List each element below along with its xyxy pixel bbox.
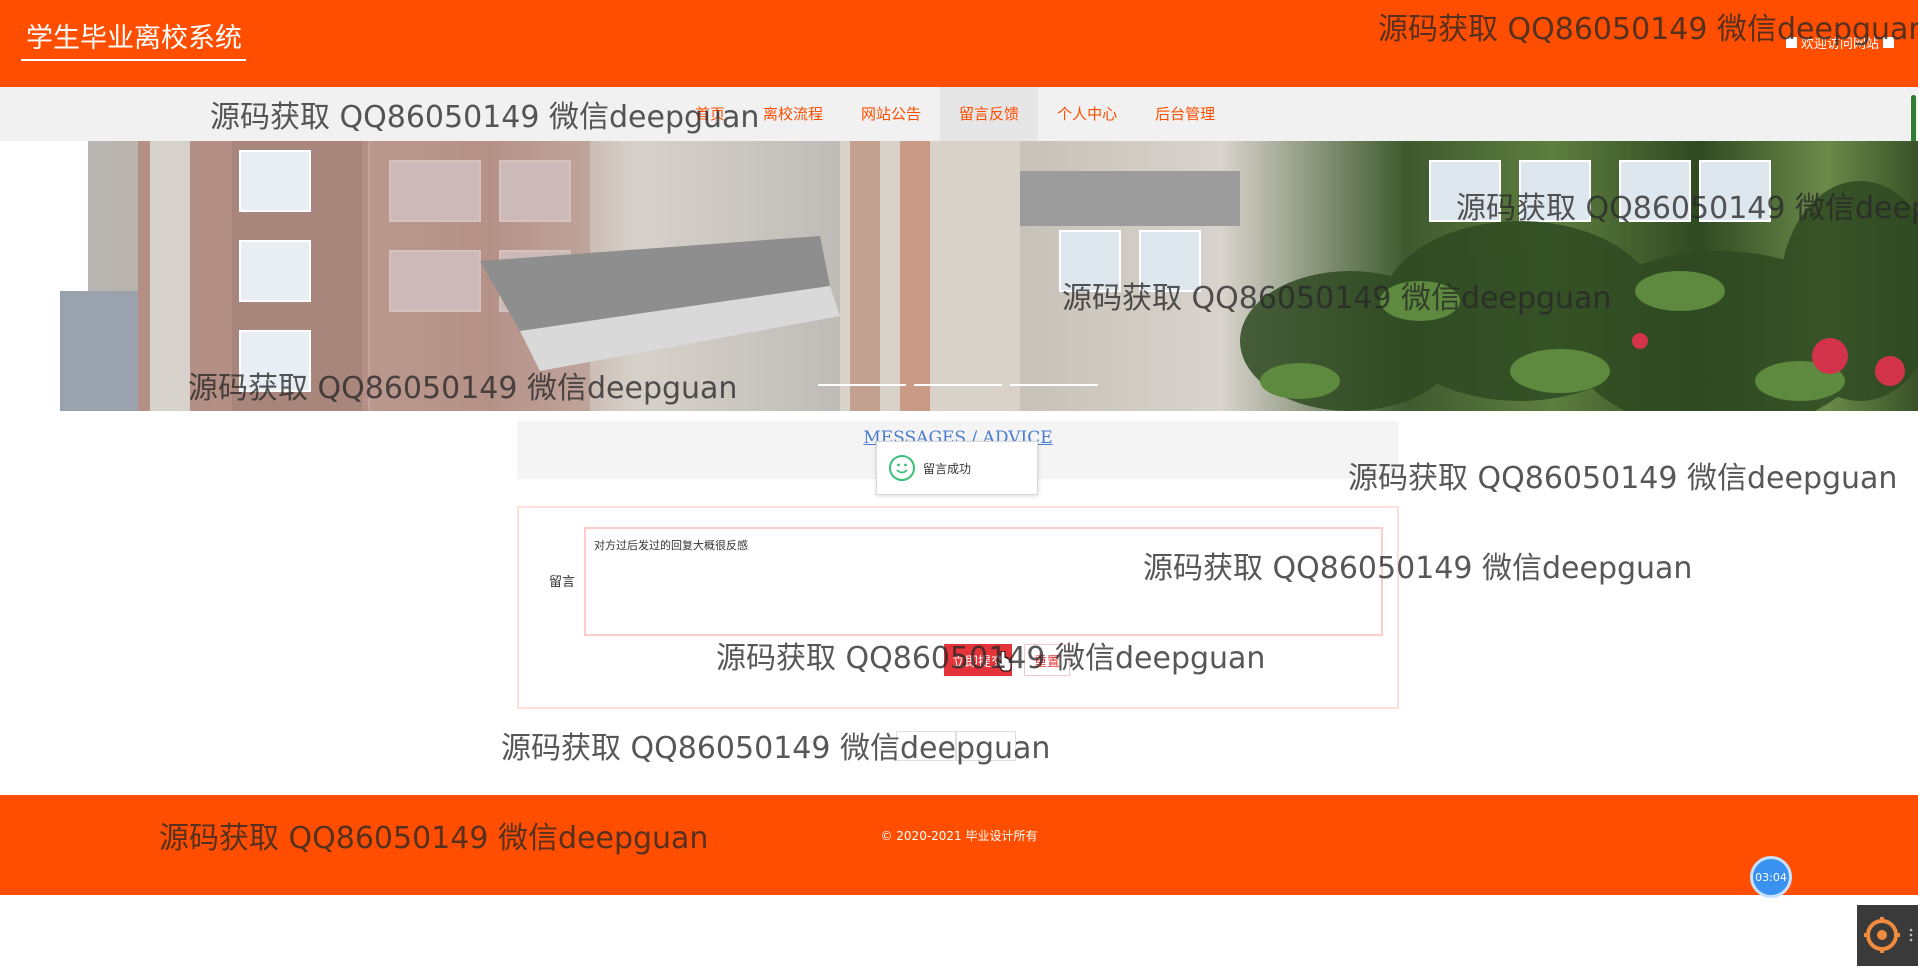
- square-icon: [1883, 37, 1894, 48]
- pagination: [896, 731, 1016, 761]
- nav-item-personal-center[interactable]: 个人中心: [1038, 87, 1136, 141]
- banner-carousel: [0, 141, 1918, 411]
- main-nav: 首页 离校流程 网站公告 留言反馈 个人中心 后台管理: [0, 87, 1918, 141]
- smile-icon: [889, 455, 915, 481]
- carousel-dot[interactable]: [1010, 384, 1098, 386]
- site-header: 学生毕业离校系统 欢迎访问网站: [0, 0, 1918, 87]
- square-icon: [1785, 37, 1797, 48]
- nav-list: 首页 离校流程 网站公告 留言反馈 个人中心 后台管理: [676, 87, 1234, 141]
- nav-item-leave-process[interactable]: 离校流程: [744, 87, 842, 141]
- nav-item-announcements[interactable]: 网站公告: [842, 87, 940, 141]
- pagination-next[interactable]: [956, 731, 1016, 761]
- settings-gear-icon[interactable]: [1857, 905, 1918, 966]
- nav-item-admin[interactable]: 后台管理: [1136, 87, 1234, 141]
- nav-item-feedback[interactable]: 留言反馈: [940, 87, 1039, 141]
- toast-message: 留言成功: [923, 461, 972, 476]
- timer-badge[interactable]: 03:04: [1750, 856, 1792, 898]
- site-title[interactable]: 学生毕业离校系统: [21, 20, 246, 61]
- welcome-area: 欢迎访问网站: [1785, 33, 1894, 52]
- page-scrollbar[interactable]: [1911, 95, 1916, 145]
- pagination-prev[interactable]: [896, 731, 956, 761]
- nav-item-home[interactable]: 首页: [676, 87, 744, 141]
- carousel-dot[interactable]: [914, 384, 1002, 386]
- copyright-text: © 2020-2021 毕业设计所有: [880, 829, 1038, 843]
- banner-building-illustration: [60, 141, 1918, 411]
- welcome-text: 欢迎访问网站: [1800, 37, 1879, 52]
- feedback-form: 留言 对方过后发过的回复大概很反感 立即提交 重置: [517, 506, 1399, 709]
- site-footer: © 2020-2021 毕业设计所有: [0, 795, 1918, 895]
- hand-pointer-icon: [996, 651, 1012, 672]
- message-field-label: 留言: [549, 575, 576, 590]
- carousel-dot[interactable]: [818, 384, 906, 386]
- carousel-indicators: [818, 384, 1098, 386]
- message-textarea[interactable]: 对方过后发过的回复大概很反感: [584, 527, 1383, 636]
- watermark: 源码获取 QQ86050149 微信deepguan: [1348, 461, 1898, 496]
- reset-button[interactable]: 重置: [1024, 644, 1070, 676]
- success-toast: 留言成功: [876, 441, 1038, 495]
